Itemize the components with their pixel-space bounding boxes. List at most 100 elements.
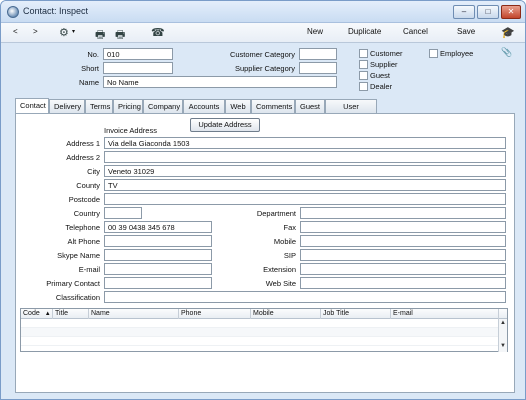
save-button[interactable]: Save bbox=[457, 27, 475, 36]
primary-contact-field[interactable] bbox=[104, 277, 212, 289]
department-field[interactable] bbox=[300, 207, 506, 219]
telephone-label: Telephone bbox=[65, 223, 100, 232]
tab-accounts[interactable]: Accounts bbox=[183, 99, 225, 113]
invoice-address-heading: Invoice Address bbox=[104, 126, 157, 135]
mobile-field[interactable] bbox=[300, 235, 506, 247]
dealer-checkbox-label: Dealer bbox=[370, 82, 393, 91]
contact-inspect-window: Contact: Inspect – □ ✕ < > ⚙ ▾ 🖶 🖶 ☎ New… bbox=[0, 0, 526, 400]
sip-field[interactable] bbox=[300, 249, 506, 261]
country-label: Country bbox=[73, 209, 100, 218]
fax-field[interactable] bbox=[300, 221, 506, 233]
address2-field[interactable] bbox=[104, 151, 506, 163]
postcode-label: Postcode bbox=[68, 195, 100, 204]
country-field[interactable] bbox=[104, 207, 142, 219]
classification-field[interactable] bbox=[104, 291, 506, 303]
grid-col-name[interactable]: Name bbox=[89, 309, 179, 319]
supplier-category-field[interactable] bbox=[299, 62, 337, 74]
customer-category-label: Customer Category bbox=[229, 50, 295, 59]
department-label: Department bbox=[256, 209, 296, 218]
mobile-label: Mobile bbox=[273, 237, 296, 246]
skype-label: Skype Name bbox=[57, 251, 100, 260]
help-hat-icon[interactable]: 🎓 bbox=[501, 26, 515, 39]
supplier-checkbox[interactable] bbox=[359, 60, 368, 69]
address1-field[interactable]: Via della Giaconda 1503 bbox=[104, 137, 506, 149]
website-label: Web Site bbox=[265, 279, 296, 288]
guest-checkbox-label: Guest bbox=[370, 71, 391, 80]
attachment-clip-icon[interactable]: 📎 bbox=[501, 47, 512, 58]
contact-persons-grid[interactable]: Code ▲ Title Name Phone Mobile Job Title… bbox=[20, 308, 508, 352]
fax-label: Fax bbox=[283, 223, 296, 232]
grid-col-title[interactable]: Title bbox=[53, 309, 89, 319]
scroll-up-icon[interactable]: ▲ bbox=[500, 320, 506, 326]
county-field[interactable]: TV bbox=[104, 179, 506, 191]
employee-checkbox-label: Employee bbox=[440, 49, 474, 58]
dealer-checkbox[interactable] bbox=[359, 82, 368, 91]
new-button[interactable]: New bbox=[307, 27, 323, 36]
tab-company[interactable]: Company bbox=[143, 99, 183, 113]
short-field[interactable] bbox=[103, 62, 173, 74]
no-field[interactable]: 010 bbox=[103, 48, 173, 60]
alt-phone-label: Alt Phone bbox=[67, 237, 100, 246]
guest-checkbox[interactable] bbox=[359, 71, 368, 80]
alt-phone-field[interactable] bbox=[104, 235, 212, 247]
minimize-button[interactable]: – bbox=[453, 5, 475, 19]
primary-contact-label: Primary Contact bbox=[46, 279, 100, 288]
grid-row[interactable] bbox=[21, 337, 499, 346]
tab-comments[interactable]: Comments bbox=[251, 99, 295, 113]
back-icon[interactable]: < bbox=[13, 27, 18, 36]
tab-terms[interactable]: Terms bbox=[85, 99, 113, 113]
grid-col-code[interactable]: Code ▲ bbox=[21, 309, 53, 319]
extension-field[interactable] bbox=[300, 263, 506, 275]
gear-dropdown-icon[interactable]: ▾ bbox=[72, 28, 75, 35]
window-title: Contact: Inspect bbox=[23, 6, 89, 16]
name-field[interactable]: No Name bbox=[103, 76, 337, 88]
name-label: Name bbox=[78, 78, 99, 87]
grid-col-phone[interactable]: Phone bbox=[179, 309, 251, 319]
customer-checkbox[interactable] bbox=[359, 49, 368, 58]
tab-delivery[interactable]: Delivery bbox=[49, 99, 85, 113]
supplier-checkbox-label: Supplier bbox=[370, 60, 398, 69]
classification-label: Classification bbox=[55, 293, 100, 302]
employee-checkbox[interactable] bbox=[429, 49, 438, 58]
sip-label: SIP bbox=[283, 251, 296, 260]
record-content: No. 010 Short Name No Name Customer Cate… bbox=[7, 43, 519, 393]
maximize-button[interactable]: □ bbox=[477, 5, 499, 19]
close-button[interactable]: ✕ bbox=[501, 5, 521, 19]
grid-scrollbar[interactable]: ▲ ▼ bbox=[498, 319, 507, 352]
gear-icon[interactable]: ⚙ bbox=[59, 26, 69, 39]
extension-label: Extension bbox=[263, 265, 296, 274]
title-bar: Contact: Inspect – □ ✕ bbox=[1, 1, 525, 23]
tab-contact[interactable]: Contact bbox=[15, 98, 49, 113]
city-field[interactable]: Veneto 31029 bbox=[104, 165, 506, 177]
cancel-button[interactable]: Cancel bbox=[403, 27, 428, 36]
toolbar: < > ⚙ ▾ 🖶 🖶 ☎ New Duplicate Cancel Save … bbox=[1, 23, 525, 43]
address2-label: Address 2 bbox=[66, 153, 100, 162]
customer-checkbox-label: Customer bbox=[370, 49, 403, 58]
tab-web[interactable]: Web bbox=[225, 99, 251, 113]
forward-icon[interactable]: > bbox=[33, 27, 38, 36]
postcode-field[interactable] bbox=[104, 193, 506, 205]
telephone-field[interactable]: 00 39 0438 345 678 bbox=[104, 221, 212, 233]
grid-row[interactable] bbox=[21, 319, 499, 328]
website-field[interactable] bbox=[300, 277, 506, 289]
email-field[interactable] bbox=[104, 263, 212, 275]
customer-category-field[interactable] bbox=[299, 48, 337, 60]
duplicate-button[interactable]: Duplicate bbox=[348, 27, 381, 36]
county-label: County bbox=[76, 181, 100, 190]
update-address-button[interactable]: Update Address bbox=[190, 118, 260, 132]
tab-guest[interactable]: Guest bbox=[295, 99, 325, 113]
grid-col-email[interactable]: E-mail bbox=[391, 309, 499, 319]
no-label: No. bbox=[87, 50, 99, 59]
tab-user-defined[interactable]: User Defined bbox=[325, 99, 377, 124]
app-icon bbox=[7, 6, 19, 18]
skype-field[interactable] bbox=[104, 249, 212, 261]
grid-col-job-title[interactable]: Job Title bbox=[321, 309, 391, 319]
grid-row[interactable] bbox=[21, 328, 499, 337]
phone-icon[interactable]: ☎ bbox=[151, 26, 165, 39]
grid-header: Code ▲ Title Name Phone Mobile Job Title… bbox=[21, 309, 507, 319]
scroll-down-icon[interactable]: ▼ bbox=[500, 343, 506, 349]
grid-col-code-label: Code bbox=[23, 310, 40, 317]
address1-label: Address 1 bbox=[66, 139, 100, 148]
tab-pricing[interactable]: Pricing bbox=[113, 99, 143, 113]
grid-col-mobile[interactable]: Mobile bbox=[251, 309, 321, 319]
